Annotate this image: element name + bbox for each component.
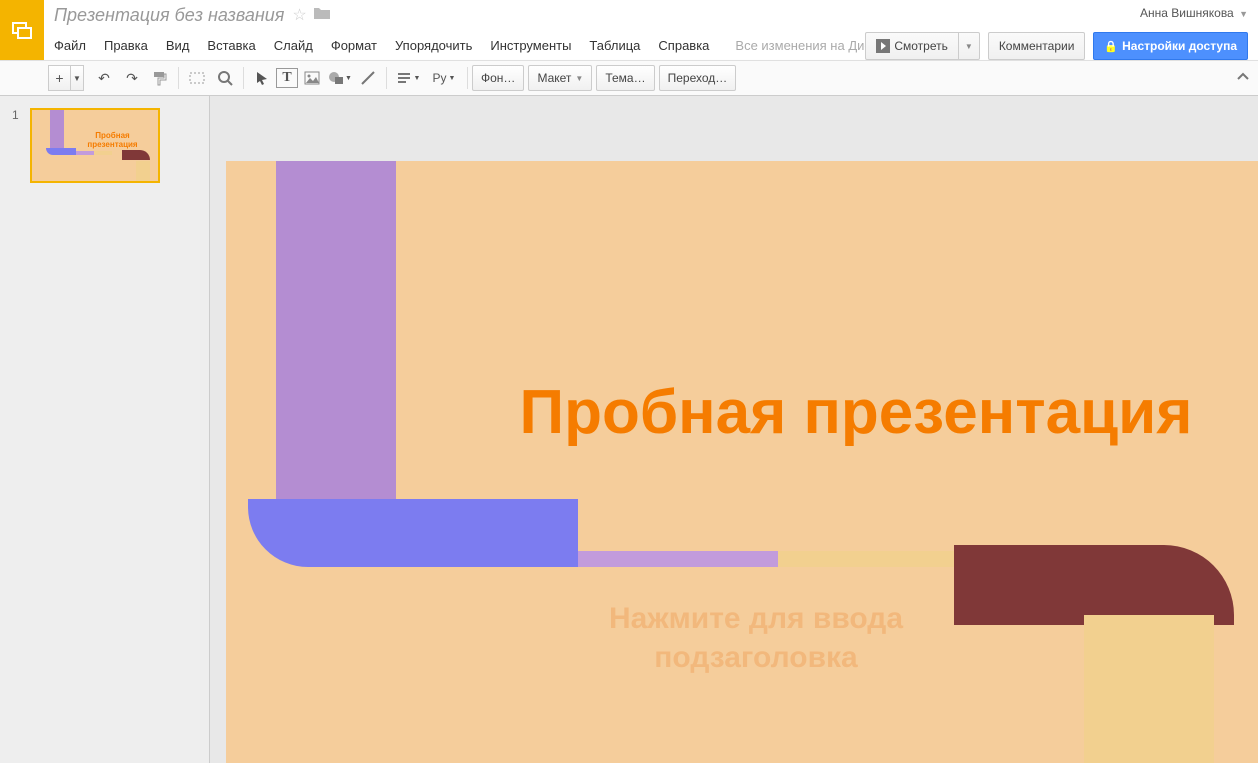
theme-button[interactable]: Тема… [596,65,654,91]
decoration-blue [248,499,578,567]
textbox-tool[interactable]: T [276,68,298,88]
background-button[interactable]: Фон… [472,65,524,91]
cursor-icon [255,71,269,85]
decoration-yellow-vertical [1084,615,1214,763]
menu-edit[interactable]: Правка [104,38,148,53]
zoom-button[interactable] [211,65,239,91]
input-tools-label: Ру [433,71,447,85]
thumbnail-row: 1 Пробная презентация [12,108,197,183]
transition-button[interactable]: Переход… [659,65,737,91]
align-tool[interactable]: ▼ [391,65,425,91]
zoom-fit-button[interactable] [183,65,211,91]
present-button[interactable]: Смотреть [865,32,959,60]
theme-label: Тема… [605,71,645,85]
shape-icon [328,71,344,85]
paint-format-button[interactable] [146,65,174,91]
decoration-bar-yellow [778,551,958,567]
menu-file[interactable]: Файл [54,38,86,53]
slide-title-text[interactable]: Пробная презентация [516,379,1196,447]
canvas-area[interactable]: Пробная презентация Нажмите для ввода по… [210,96,1258,763]
menu-tools[interactable]: Инструменты [490,38,571,53]
chevron-up-icon [1236,70,1250,84]
menu-format[interactable]: Формат [331,38,377,53]
star-icon[interactable]: ☆ [292,5,306,25]
folder-icon[interactable] [313,6,331,25]
menu-help[interactable]: Справка [658,38,709,53]
play-icon [876,39,890,53]
decoration-brown [954,545,1234,625]
line-tool[interactable] [354,65,382,91]
comments-button[interactable]: Комментарии [988,32,1086,60]
redo-button[interactable]: ↷ [118,65,146,91]
zoom-fit-icon [189,70,205,86]
lock-icon [1104,39,1118,53]
app-logo[interactable] [0,0,44,60]
thumbnail-title: Пробная презентация [72,132,153,150]
undo-button[interactable]: ↶ [90,65,118,91]
slides-icon [10,18,34,42]
present-dropdown[interactable]: ▼ [959,32,980,60]
layout-button[interactable]: Макет ▼ [528,65,592,91]
shape-tool[interactable]: ▼ [326,65,354,91]
collapse-toolbar-button[interactable] [1236,70,1250,87]
main-area: 1 Пробная презентация Пробная презентаци… [0,96,1258,763]
menu-table[interactable]: Таблица [589,38,640,53]
layout-label: Макет [537,71,571,85]
slide-thumbnail-1[interactable]: Пробная презентация [30,108,160,183]
chevron-down-icon: ▼ [965,42,973,51]
menu-slide[interactable]: Слайд [274,38,313,53]
chevron-down-icon: ▼ [575,74,583,83]
menu-arrange[interactable]: Упорядочить [395,38,472,53]
decoration-purple [276,161,396,509]
slide-canvas[interactable]: Пробная презентация Нажмите для ввода по… [226,161,1258,763]
transition-label: Переход… [668,71,728,85]
comments-label: Комментарии [999,39,1075,53]
share-label: Настройки доступа [1122,39,1237,53]
new-slide-button[interactable]: + [48,65,70,91]
toolbar: + ▼ ↶ ↷ T ▼ ▼ Ру ▼ Фон… Макет ▼ [0,60,1258,96]
user-menu[interactable]: Анна Вишнякова ▼ [1140,6,1248,20]
present-button-group: Смотреть ▼ [865,32,979,60]
decoration-bar-purple [578,551,778,567]
magnifier-icon [217,70,233,86]
document-title[interactable]: Презентация без названия [54,5,284,26]
image-icon [304,71,320,85]
paint-roller-icon [152,70,168,86]
user-name: Анна Вишнякова [1140,6,1234,20]
thumbnail-panel: 1 Пробная презентация [0,96,210,763]
new-slide-group: + ▼ [48,65,84,91]
header: Презентация без названия ☆ Файл Правка В… [0,0,1258,60]
action-buttons: Смотреть ▼ Комментарии Настройки доступа [865,32,1248,60]
present-label: Смотреть [894,39,948,53]
new-slide-dropdown[interactable]: ▼ [70,65,84,91]
thumbnail-number: 1 [12,108,30,183]
chevron-down-icon: ▼ [1239,9,1248,19]
share-button[interactable]: Настройки доступа [1093,32,1248,60]
image-tool[interactable] [298,65,326,91]
background-label: Фон… [481,71,515,85]
line-icon [360,70,376,86]
menu-view[interactable]: Вид [166,38,190,53]
menu-insert[interactable]: Вставка [207,38,255,53]
select-tool[interactable] [248,65,276,91]
align-icon [396,71,412,85]
input-tools-button[interactable]: Ру ▼ [425,65,463,91]
slide-subtitle-placeholder[interactable]: Нажмите для ввода подзаголовка [516,599,996,677]
